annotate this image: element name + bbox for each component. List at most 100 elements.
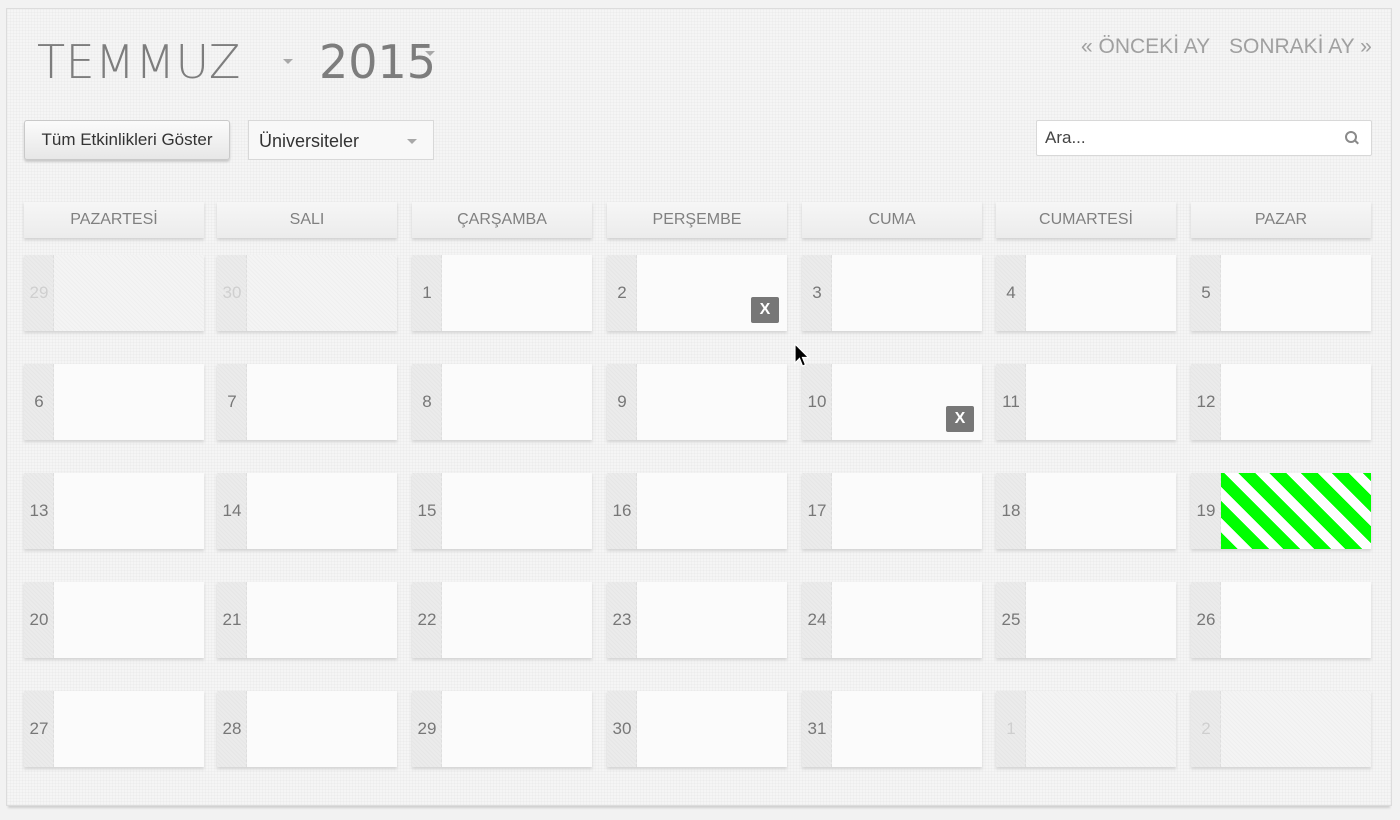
- day-events-area[interactable]: [442, 691, 592, 767]
- search-input[interactable]: Ara...: [1036, 120, 1372, 156]
- day-events-area[interactable]: [832, 255, 982, 331]
- calendar-day-cell[interactable]: 19: [1191, 473, 1371, 549]
- calendar-day-cell[interactable]: 22: [412, 582, 592, 658]
- calendar-day-cell[interactable]: 2X: [607, 255, 787, 331]
- calendar-day-cell[interactable]: 31: [802, 691, 982, 767]
- calendar-day-cell[interactable]: 24: [802, 582, 982, 658]
- day-number: 29: [29, 283, 49, 302]
- day-events-area[interactable]: [1026, 364, 1176, 440]
- calendar-day-cell[interactable]: 12: [1191, 364, 1371, 440]
- category-select[interactable]: Üniversiteler: [248, 120, 434, 160]
- calendar-day-cell[interactable]: 29: [412, 691, 592, 767]
- day-number: 1: [1006, 719, 1016, 738]
- calendar-day-cell[interactable]: 16: [607, 473, 787, 549]
- calendar-day-cell[interactable]: 13: [24, 473, 204, 549]
- calendar-day-cell[interactable]: 30: [607, 691, 787, 767]
- day-events-area[interactable]: [832, 582, 982, 658]
- calendar-day-cell[interactable]: 23: [607, 582, 787, 658]
- day-events-area[interactable]: [637, 582, 787, 658]
- day-events-area[interactable]: [247, 255, 397, 331]
- day-events-area[interactable]: [1026, 691, 1176, 767]
- day-events-area[interactable]: [54, 364, 204, 440]
- day-events-area[interactable]: [637, 364, 787, 440]
- calendar-day-cell[interactable]: 27: [24, 691, 204, 767]
- day-number: 2: [1201, 719, 1211, 738]
- day-events-area[interactable]: [1221, 691, 1371, 767]
- calendar-day-cell[interactable]: 3: [802, 255, 982, 331]
- calendar-day-cell[interactable]: 29: [24, 255, 204, 331]
- day-events-area[interactable]: [442, 582, 592, 658]
- day-events-area[interactable]: [247, 582, 397, 658]
- calendar-day-cell[interactable]: 5: [1191, 255, 1371, 331]
- calendar-day-cell[interactable]: 9: [607, 364, 787, 440]
- previous-month-link[interactable]: « ÖNCEKİ AY: [1081, 35, 1210, 59]
- day-events-area[interactable]: [247, 691, 397, 767]
- day-number: 14: [222, 501, 242, 520]
- calendar-day-cell[interactable]: 7: [217, 364, 397, 440]
- month-title: TEMMUZ: [37, 35, 241, 89]
- day-number: 4: [1006, 283, 1016, 302]
- day-events-area[interactable]: [442, 255, 592, 331]
- day-events-area[interactable]: [1026, 473, 1176, 549]
- calendar-day-cell[interactable]: 30: [217, 255, 397, 331]
- day-number: 27: [29, 719, 49, 738]
- day-events-area[interactable]: [54, 691, 204, 767]
- day-events-area[interactable]: [1026, 582, 1176, 658]
- day-events-area[interactable]: [54, 473, 204, 549]
- calendar-day-cell[interactable]: 1: [996, 691, 1176, 767]
- day-events-area[interactable]: [247, 364, 397, 440]
- highlighted-day-area[interactable]: [1221, 473, 1371, 549]
- day-number: 11: [1002, 392, 1020, 411]
- calendar-day-cell[interactable]: 21: [217, 582, 397, 658]
- day-events-area[interactable]: [442, 473, 592, 549]
- calendar-day-cell[interactable]: 6: [24, 364, 204, 440]
- day-number: 18: [1001, 501, 1021, 520]
- weekday-header: PERŞEMBE: [607, 202, 787, 238]
- month-dropdown-caret-icon[interactable]: [283, 59, 293, 64]
- day-number: 24: [807, 610, 827, 629]
- calendar-day-cell[interactable]: 1: [412, 255, 592, 331]
- day-events-area[interactable]: [247, 473, 397, 549]
- day-events-area[interactable]: [442, 364, 592, 440]
- calendar-day-cell[interactable]: 14: [217, 473, 397, 549]
- search-placeholder: Ara...: [1045, 128, 1086, 147]
- weekday-header: CUMA: [802, 202, 982, 238]
- day-events-area[interactable]: [1221, 364, 1371, 440]
- calendar-day-cell[interactable]: 10 X: [802, 364, 982, 440]
- next-month-link[interactable]: SONRAKİ AY »: [1229, 35, 1372, 59]
- day-number: 17: [807, 501, 827, 520]
- remove-event-button[interactable]: X: [751, 297, 779, 323]
- day-events-area[interactable]: [832, 473, 982, 549]
- day-events-area[interactable]: [832, 691, 982, 767]
- day-number: 3: [812, 283, 822, 302]
- calendar-day-cell[interactable]: 8: [412, 364, 592, 440]
- day-number: 8: [422, 392, 432, 411]
- day-events-area[interactable]: [1221, 582, 1371, 658]
- calendar-day-cell[interactable]: 26: [1191, 582, 1371, 658]
- calendar-day-cell[interactable]: 18: [996, 473, 1176, 549]
- day-number: 28: [222, 719, 242, 738]
- calendar-day-cell[interactable]: 15: [412, 473, 592, 549]
- day-number: 12: [1196, 392, 1216, 411]
- day-events-area[interactable]: [54, 582, 204, 658]
- calendar-day-cell[interactable]: 4: [996, 255, 1176, 331]
- day-events-area[interactable]: [1026, 255, 1176, 331]
- calendar-day-cell[interactable]: 2: [1191, 691, 1371, 767]
- search-icon[interactable]: [1345, 131, 1357, 143]
- day-events-area[interactable]: [637, 473, 787, 549]
- day-events-area[interactable]: [637, 691, 787, 767]
- day-events-area[interactable]: [54, 255, 204, 331]
- remove-event-button[interactable]: X: [946, 406, 974, 432]
- calendar-day-cell[interactable]: 17: [802, 473, 982, 549]
- day-number: 31: [807, 719, 827, 738]
- show-all-events-button[interactable]: Tüm Etkinlikleri Göster: [24, 120, 230, 160]
- day-number: 26: [1196, 610, 1216, 629]
- calendar-day-cell[interactable]: 20: [24, 582, 204, 658]
- day-events-area[interactable]: [1221, 255, 1371, 331]
- year-dropdown-caret-icon[interactable]: [425, 51, 435, 56]
- calendar-day-cell[interactable]: 28: [217, 691, 397, 767]
- calendar-day-cell[interactable]: 11: [996, 364, 1176, 440]
- day-number: 16: [612, 501, 632, 520]
- day-number: 1: [422, 283, 432, 302]
- calendar-day-cell[interactable]: 25: [996, 582, 1176, 658]
